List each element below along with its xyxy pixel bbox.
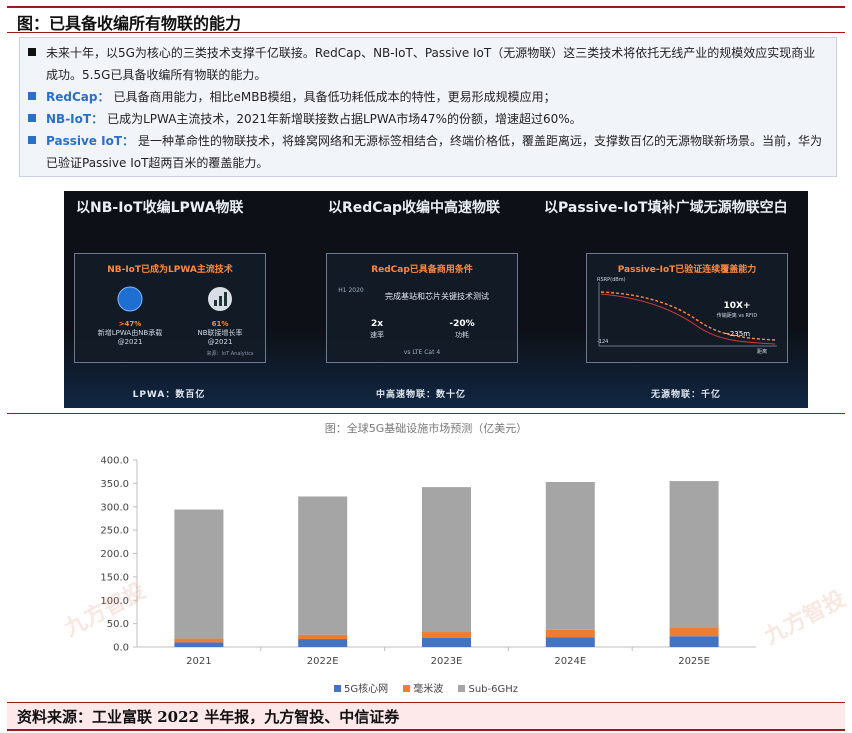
bar-segment (669, 627, 719, 637)
legend-label: 5G核心网 (343, 684, 389, 695)
x-tick-label: 2021 (186, 656, 211, 667)
bar-segment (669, 636, 719, 647)
y-tick-label: 250.0 (100, 526, 129, 537)
bar-segment (545, 629, 595, 638)
bar-segment (422, 637, 471, 647)
y-tick-label: 350.0 (100, 479, 129, 490)
y-tick-label: 400.0 (100, 456, 129, 467)
y-tick-label: 200.0 (100, 549, 129, 560)
bar-segment (298, 634, 348, 640)
legend-item: 5G核心网 (333, 680, 389, 695)
legend-swatch (403, 685, 411, 692)
chart-legend: 5G核心网 毫米波 Sub-6GHz (0, 680, 852, 695)
bar-segment (298, 639, 348, 647)
source-footer: 资料来源：工业富联 2022 半年报，九方智投、中信证券 (7, 702, 845, 731)
y-tick-label: 0.0 (113, 643, 129, 654)
x-tick-label: 2024E (554, 656, 586, 667)
legend-item: 毫米波 (403, 680, 443, 695)
legend-label: Sub-6GHz (468, 684, 519, 695)
legend-item: Sub-6GHz (458, 684, 518, 695)
x-tick-label: 2023E (431, 656, 463, 667)
legend-swatch (333, 685, 341, 692)
x-tick-label: 2025E (678, 656, 710, 667)
legend-swatch (458, 685, 466, 692)
x-tick-label: 2022E (307, 656, 339, 667)
bar-segment (298, 496, 348, 635)
bar-segment (174, 638, 224, 643)
bar-segment (422, 632, 471, 638)
page: 图：已具备收编所有物联的能力 未来十年，以5G为核心的三类技术支撑千亿联接。Re… (0, 0, 852, 733)
bar-segment (669, 481, 719, 628)
bar-segment (545, 637, 595, 647)
y-tick-label: 300.0 (100, 502, 129, 513)
bar-segment (174, 509, 224, 639)
bar-segment (422, 487, 471, 633)
bar-segment (174, 642, 224, 647)
bar-segment (545, 481, 595, 630)
source-text: 资料来源：工业富联 2022 半年报，九方智投、中信证券 (17, 708, 400, 726)
legend-label: 毫米波 (413, 684, 444, 695)
